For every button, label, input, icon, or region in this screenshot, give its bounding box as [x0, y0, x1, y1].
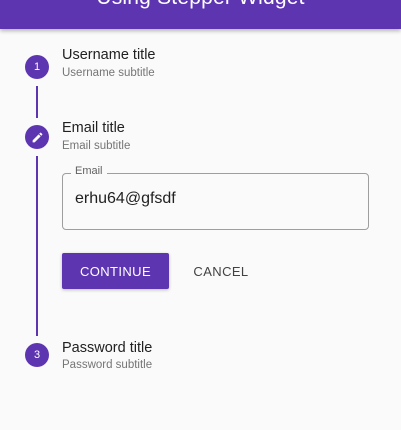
step-connector-line [36, 86, 38, 118]
email-field[interactable]: Email erhu64@gfsdf [62, 165, 369, 230]
step-connector-line [36, 156, 38, 336]
step-1-number: 1 [33, 61, 41, 73]
step-2-indicator[interactable] [25, 125, 49, 149]
step-3-subtitle: Password subtitle [62, 359, 153, 371]
step-1-title[interactable]: Username title [62, 47, 155, 63]
pencil-icon [32, 132, 42, 142]
step-3-title[interactable]: Password title [62, 340, 152, 356]
continue-button[interactable]: CONTINUE [62, 253, 169, 289]
step-3-indicator[interactable]: 3 [25, 343, 49, 367]
app-bar-title: Using Stepper Widget [0, 0, 401, 10]
step-2-subtitle: Email subtitle [62, 140, 131, 152]
app-bar: Using Stepper Widget [0, 0, 401, 29]
step-2-title[interactable]: Email title [62, 120, 125, 136]
step-1-indicator[interactable]: 1 [25, 55, 49, 79]
email-field-label: Email [71, 165, 107, 177]
email-field-value[interactable]: erhu64@gfsdf [75, 190, 176, 208]
step-1-subtitle: Username subtitle [62, 67, 155, 79]
step-3-number: 3 [33, 349, 41, 361]
cancel-button[interactable]: CANCEL [183, 253, 259, 289]
